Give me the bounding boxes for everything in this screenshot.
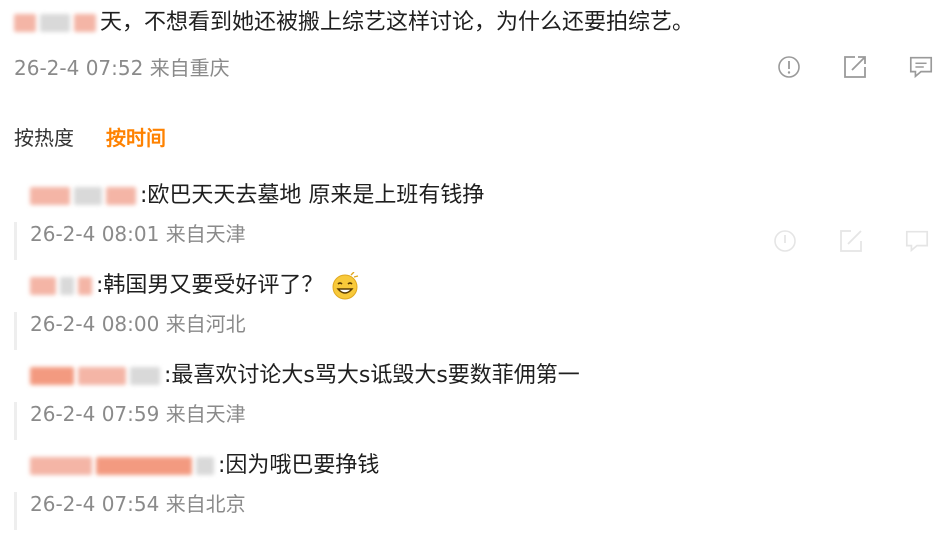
comment-actions xyxy=(776,54,934,80)
report-icon[interactable] xyxy=(776,54,802,80)
reply-body: :因为哦巴要挣钱 xyxy=(218,453,380,478)
main-comment-text: 天，不想看到她还被搬上综艺这样讨论，为什么还要拍综艺。 xyxy=(14,6,934,40)
reply-date: 26-2-4 08:00 xyxy=(30,312,160,336)
reply-body: :最喜欢讨论大s骂大s诋毁大s要数菲佣第一 xyxy=(164,363,580,388)
comment-location: 来自重庆 xyxy=(149,56,230,80)
reply-item: :韩国男又要受好评了？ 26-2-4 08:00 来自河北 xyxy=(30,270,930,338)
reply-location: 来自天津 xyxy=(165,222,246,246)
username-blur xyxy=(74,14,96,32)
reply-text: :最喜欢讨论大s骂大s诋毁大s要数菲佣第一 xyxy=(30,360,930,392)
username-blur xyxy=(30,187,70,205)
username-blur xyxy=(30,277,56,295)
grinning-face-emoji xyxy=(331,271,359,300)
main-comment-body: 天，不想看到她还被搬上综艺这样讨论，为什么还要拍综艺。 xyxy=(100,10,695,35)
main-comment: 天，不想看到她还被搬上综艺这样讨论，为什么还要拍综艺。 26-2-4 07:52… xyxy=(14,6,934,82)
reply-date: 26-2-4 07:54 xyxy=(30,492,160,516)
reply-meta: 26-2-4 08:00 来自河北 xyxy=(30,310,930,338)
reply-body: :韩国男又要受好评了？ xyxy=(96,273,324,298)
sort-tabs: 按热度 按时间 xyxy=(14,122,166,151)
reply-location: 来自北京 xyxy=(165,492,246,516)
reply-actions xyxy=(772,228,930,254)
comment-icon[interactable] xyxy=(908,54,934,80)
username-blur xyxy=(78,367,126,385)
reply-divider xyxy=(14,312,17,350)
share-icon[interactable] xyxy=(838,228,864,254)
reply-divider xyxy=(14,492,17,530)
reply-divider xyxy=(14,402,17,440)
username-blur xyxy=(14,14,36,32)
username-blur xyxy=(74,187,102,205)
reply-text: :因为哦巴要挣钱 xyxy=(30,450,930,482)
reply-meta: 26-2-4 07:59 来自天津 xyxy=(30,400,930,428)
reply-item: :欧巴天天去墓地 原来是上班有钱挣 26-2-4 08:01 来自天津 xyxy=(30,180,930,253)
reply-date: 26-2-4 07:59 xyxy=(30,402,160,426)
reply-location: 来自河北 xyxy=(165,312,246,336)
username-blur xyxy=(196,457,214,475)
username-blur xyxy=(106,187,136,205)
username-blur xyxy=(40,14,70,32)
username-blur xyxy=(96,457,192,475)
reply-divider xyxy=(14,222,17,260)
username-blur xyxy=(60,277,74,295)
share-icon[interactable] xyxy=(842,54,868,80)
report-icon[interactable] xyxy=(772,228,798,254)
reply-meta: 26-2-4 07:54 来自北京 xyxy=(30,490,930,518)
reply-date: 26-2-4 08:01 xyxy=(30,222,160,246)
username-blur xyxy=(30,457,92,475)
comment-date: 26-2-4 07:52 xyxy=(14,56,144,80)
reply-body: :欧巴天天去墓地 原来是上班有钱挣 xyxy=(140,183,485,208)
reply-text: :韩国男又要受好评了？ xyxy=(30,270,930,302)
tab-sort-by-time[interactable]: 按时间 xyxy=(106,122,166,151)
username-blur xyxy=(78,277,92,295)
tab-sort-by-hot[interactable]: 按热度 xyxy=(14,122,74,151)
reply-item: :因为哦巴要挣钱 26-2-4 07:54 来自北京 xyxy=(30,450,930,518)
reply-text: :欧巴天天去墓地 原来是上班有钱挣 xyxy=(30,180,930,212)
username-blur xyxy=(30,367,74,385)
comment-icon[interactable] xyxy=(904,228,930,254)
username-blur xyxy=(130,367,160,385)
reply-item: :最喜欢讨论大s骂大s诋毁大s要数菲佣第一 26-2-4 07:59 来自天津 xyxy=(30,360,930,428)
reply-location: 来自天津 xyxy=(165,402,246,426)
